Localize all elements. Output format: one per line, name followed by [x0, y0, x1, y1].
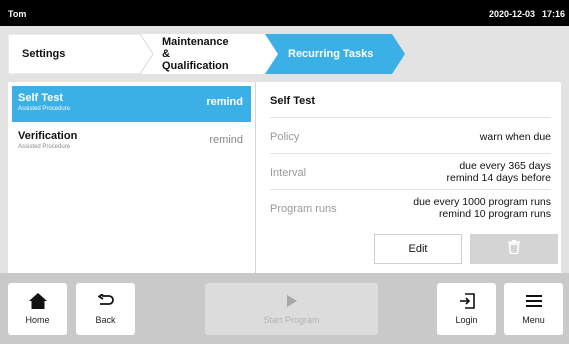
list-item[interactable]: Self Test Assisted Procedure remind	[12, 86, 251, 122]
runs-label: Program runs	[270, 203, 337, 215]
detail-title: Self Test	[270, 82, 551, 118]
edit-button[interactable]: Edit	[374, 234, 462, 264]
task-detail: Self Test Policy warn when due Interval …	[256, 82, 561, 292]
status-bar: Tom 2020-12-03 17:16	[0, 0, 569, 26]
policy-row: Policy warn when due	[270, 118, 551, 154]
interval-label: Interval	[270, 167, 307, 179]
trash-icon	[508, 239, 520, 259]
interval-due: due every 365 days	[459, 160, 551, 172]
start-program-button[interactable]: Start Program	[205, 283, 378, 335]
login-icon	[459, 292, 475, 310]
menu-label: Menu	[522, 315, 545, 325]
menu-button[interactable]: Menu	[504, 283, 563, 335]
interval-row: Interval due every 365 days remind 14 da…	[270, 154, 551, 190]
status-time: 17:16	[541, 9, 565, 19]
task-status: remind	[209, 134, 243, 146]
breadcrumb-maintenance-text: Maintenance & Qualification	[162, 36, 229, 72]
breadcrumb-maintenance-label: Maintenance & Qualification	[132, 36, 232, 72]
runs-value: due every 1000 program runs remind 10 pr…	[413, 196, 551, 220]
interval-value: due every 365 days remind 14 days before	[447, 160, 551, 184]
home-icon	[28, 292, 47, 310]
login-label: Login	[455, 315, 478, 325]
interval-remind: remind 14 days before	[446, 172, 551, 184]
login-button[interactable]: Login	[437, 283, 496, 335]
home-label: Home	[25, 315, 50, 325]
breadcrumb: Maintenance & Qualification Settings Rec…	[8, 34, 561, 74]
runs-row: Program runs due every 1000 program runs…	[270, 190, 551, 226]
policy-value: warn when due	[479, 131, 551, 143]
back-button[interactable]: Back	[76, 283, 135, 335]
user-name: Tom	[8, 9, 27, 19]
content-panel: Self Test Assisted Procedure remind Veri…	[8, 82, 561, 292]
bottom-nav: Home Back Start Program Login Menu	[0, 273, 569, 344]
breadcrumb-recurring-tasks[interactable]: Recurring Tasks	[265, 34, 405, 74]
menu-icon	[525, 292, 542, 310]
edit-button-label: Edit	[408, 243, 428, 255]
runs-remind: remind 10 program runs	[438, 208, 551, 220]
breadcrumb-maintenance[interactable]: Maintenance & Qualification	[132, 34, 280, 74]
back-label: Back	[95, 315, 116, 325]
back-icon	[97, 292, 114, 310]
main-screen: Maintenance & Qualification Settings Rec…	[0, 26, 569, 344]
breadcrumb-recurring-label: Recurring Tasks	[288, 48, 374, 60]
task-list: Self Test Assisted Procedure remind Veri…	[8, 82, 256, 292]
status-date: 2020-12-03	[488, 9, 535, 19]
task-status: remind	[206, 96, 243, 108]
list-item[interactable]: Verification Assisted Procedure remind	[12, 124, 251, 160]
home-button[interactable]: Home	[8, 283, 67, 335]
runs-due: due every 1000 program runs	[413, 196, 551, 208]
breadcrumb-settings-label: Settings	[22, 48, 66, 60]
delete-button[interactable]	[470, 234, 558, 264]
play-icon	[286, 292, 298, 310]
policy-label: Policy	[270, 131, 300, 143]
start-program-label: Start Program	[263, 315, 320, 325]
